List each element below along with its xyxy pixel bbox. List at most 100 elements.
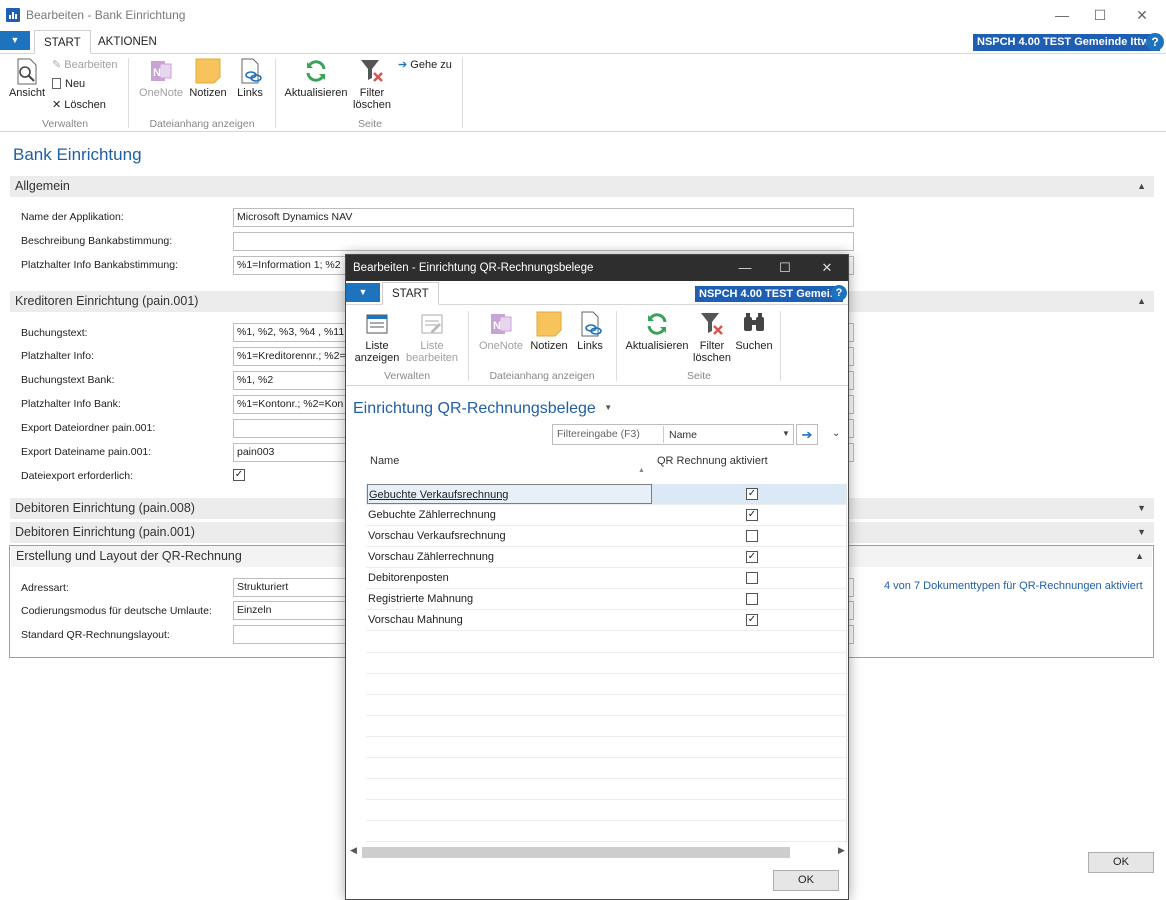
scroll-left-icon[interactable]: ◀ [350,845,357,856]
ribbon-separator [468,311,469,381]
new-button[interactable]: Neu [52,78,85,90]
grid-right-border [846,483,847,843]
chevron-up-icon[interactable]: ▲ [1137,176,1146,197]
edit-button[interactable]: ✎ Bearbeiten [52,58,118,71]
table-row[interactable]: Vorschau Zählerrechnung ✓ [366,547,847,568]
column-header-qr-enabled[interactable]: QR Rechnung aktiviert [657,455,768,467]
clear-filter-icon [699,311,725,337]
refresh-label: Aktualisieren [284,87,348,99]
file-export-required-checkbox[interactable]: ✓ [233,469,245,481]
table-row[interactable]: Debitorenposten [366,568,847,589]
search-button[interactable]: Suchen [734,311,774,352]
dialog-ok-button[interactable]: OK [773,870,839,891]
horizontal-scrollbar-thumb[interactable] [362,847,790,858]
window-title: Bearbeiten - Bank Einrichtung [26,8,186,22]
app-menu-button[interactable]: ▼ [0,31,30,50]
goto-label: Gehe zu [410,59,452,71]
application-name-input[interactable]: Microsoft Dynamics NAV [233,208,854,227]
qr-enabled-checkbox[interactable]: ✓ [746,488,758,500]
list-view-button[interactable]: Liste anzeigen [352,311,402,364]
delete-button[interactable]: ✕ Löschen [52,98,106,111]
ribbon-separator [275,58,276,128]
goto-button[interactable]: ➔ Gehe zu [398,58,452,71]
table-row[interactable]: Registrierte Mahnung [366,589,847,610]
refresh-icon [303,58,329,84]
table-row[interactable]: Gebuchte Zählerrechnung ✓ [366,505,847,526]
refresh-button[interactable]: Aktualisieren [284,58,348,99]
apply-filter-arrow-icon[interactable]: ➔ [796,424,818,445]
dialog-help-icon[interactable]: ? [831,285,847,301]
dialog-minimize-icon[interactable]: — [731,255,759,281]
scroll-right-icon[interactable]: ▶ [838,845,845,856]
caret-down-icon[interactable]: ▼ [604,403,612,412]
table-row[interactable]: Vorschau Verkaufsrechnung [366,526,847,547]
clear-filter-button[interactable]: Filter löschen [352,58,392,111]
qr-enabled-checkbox[interactable] [746,530,758,542]
dialog-menu-button[interactable]: ▼ [346,283,380,302]
row-name-cell[interactable]: Gebuchte Zählerrechnung [368,505,496,525]
row-name-cell[interactable]: Vorschau Mahnung [368,610,463,630]
dialog-maximize-icon[interactable]: ☐ [771,255,799,281]
chevron-up-icon[interactable]: ▲ [1135,546,1144,567]
section-debitor-001-label: Debitoren Einrichtung (pain.001) [15,525,195,539]
notes-button[interactable]: Notizen [188,58,228,99]
column-header-name[interactable]: Name [370,455,399,467]
filter-input[interactable]: Filtereingabe (F3) [557,428,640,440]
dialog-links-button[interactable]: Links [574,311,606,352]
tab-start[interactable]: START [34,30,91,54]
qr-enabled-checkbox[interactable]: ✓ [746,551,758,563]
row-name-cell[interactable]: Vorschau Zählerrechnung [368,547,494,567]
note-icon [536,311,562,337]
row-name-cell[interactable]: Debitorenposten [368,568,449,588]
qr-enabled-checkbox[interactable]: ✓ [746,509,758,521]
dialog-clear-filter-button[interactable]: Filter löschen [692,311,732,364]
help-icon[interactable]: ? [1146,33,1164,51]
dialog-refresh-button[interactable]: Aktualisieren [624,311,690,352]
list-edit-label-1: Liste [420,340,444,352]
section-creditor-label: Kreditoren Einrichtung (pain.001) [15,294,199,308]
expand-chevron-icon[interactable]: ⌄ [832,428,840,439]
qr-enabled-checkbox[interactable] [746,593,758,605]
links-label: Links [237,87,263,99]
filter-field-dropdown-icon[interactable]: ▼ [782,429,790,438]
list-view-label-1: Liste [365,340,389,352]
filter-field-select[interactable]: Name [669,429,697,441]
list-edit-label-2: bearbeiten [406,352,458,364]
qr-enabled-checkbox[interactable]: ✓ [746,614,758,626]
filter-divider [663,426,664,443]
minimize-icon[interactable]: — [1047,5,1077,25]
table-row[interactable]: Vorschau Mahnung ✓ [366,610,847,631]
search-label: Suchen [735,340,773,352]
list-edit-button[interactable]: Liste bearbeiten [406,311,458,364]
dialog-page-title-text: Einrichtung QR-Rechnungsbelege [353,400,596,417]
section-general[interactable]: Allgemein ▲ [10,176,1154,197]
bank-reconciliation-description-input[interactable] [233,232,854,251]
row-name-cell[interactable]: Vorschau Verkaufsrechnung [368,526,506,546]
dialog-onenote-button[interactable]: N OneNote [476,311,526,352]
dialog-company-badge[interactable]: NSPCH 4.00 TEST Gemei... [695,286,843,302]
qr-enabled-checkbox[interactable] [746,572,758,584]
maximize-icon[interactable]: ☐ [1085,5,1115,25]
links-button[interactable]: Links [234,58,266,99]
row-name-cell[interactable]: Registrierte Mahnung [368,589,473,609]
dialog-notes-button[interactable]: Notizen [528,311,570,352]
close-icon[interactable]: ✕ [1127,5,1157,25]
qr-doctypes-link[interactable]: 4 von 7 Dokumenttypen für QR-Rechnungen … [884,580,1143,592]
chevron-down-icon[interactable]: ▼ [1137,522,1146,543]
company-badge[interactable]: NSPCH 4.00 TEST Gemeinde Ittwil [973,34,1160,51]
tab-aktionen[interactable]: AKTIONEN [89,30,166,54]
table-row[interactable]: Gebuchte Verkaufsrechnung ✓ [366,484,847,505]
sort-asc-icon[interactable]: ▲ [638,467,645,474]
group-label-page: Seite [358,118,382,130]
link-icon [237,58,263,84]
chevron-up-icon[interactable]: ▲ [1137,291,1146,312]
chevron-down-icon[interactable]: ▼ [1137,498,1146,519]
ok-button[interactable]: OK [1088,852,1154,873]
delete-x-icon: ✕ [52,99,65,111]
dialog-tab-start[interactable]: START [382,282,439,305]
view-button[interactable]: Ansicht [7,58,47,99]
onenote-button[interactable]: N OneNote [137,58,185,99]
field-label: Platzhalter Info: [21,350,94,362]
row-name-cell[interactable]: Gebuchte Verkaufsrechnung [367,484,652,504]
dialog-close-icon[interactable]: ✕ [813,255,841,281]
